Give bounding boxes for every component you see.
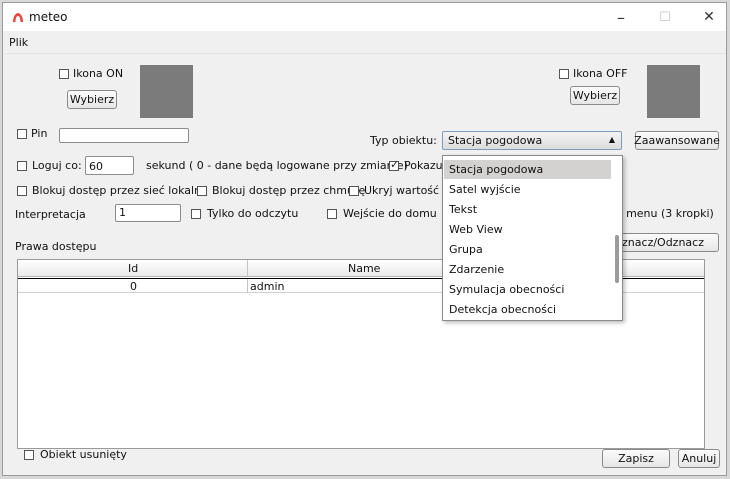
icon-on-checkbox[interactable] [59,69,69,79]
block-local-checkbox[interactable] [17,186,27,196]
icon-on-choose-button[interactable]: Wybierz [67,90,117,109]
dropdown-option[interactable]: Satel wyjście [444,180,611,199]
icon-on-preview[interactable] [140,65,193,118]
block-cloud-label: Blokuj dostęp przez chmurę [212,184,366,197]
show-checkbox[interactable] [389,158,399,171]
pin-input[interactable] [59,128,189,143]
dropdown-option[interactable]: Stacja pogodowa [444,160,611,179]
menu-bar: Plik [3,32,726,52]
advanced-button[interactable]: Zaawansowane [634,131,720,150]
app-window: meteo – ☐ ✕ Plik Ikona ON Wybierz Ikona … [2,2,727,476]
save-button[interactable]: Zapisz [602,449,670,468]
column-divider[interactable] [247,260,248,277]
log-checkbox[interactable] [17,161,27,171]
close-button[interactable]: ✕ [687,3,726,31]
dropdown-option[interactable]: Grupa [444,240,611,259]
log-interval-hint: sekund ( 0 - dane będą logowane przy zmi… [146,159,408,172]
pin-label: Pin [31,127,48,140]
object-type-dropdown[interactable]: Stacja pogodowa Satel wyjście Tekst Web … [442,155,623,321]
home-input-label: Wejście do domu [343,207,437,220]
object-type-select[interactable]: Stacja pogodowa ▲ [442,131,622,150]
app-logo-icon [12,12,24,23]
window-title: meteo [29,10,68,24]
deleted-checkbox[interactable] [24,450,34,460]
dropdown-scrollbar[interactable] [615,235,619,283]
icon-off-choose-button[interactable]: Wybierz [570,86,620,105]
show-label: Pokazuj [404,159,446,172]
pin-checkbox[interactable] [17,129,27,139]
dropdown-option[interactable]: Symulacja obecności [444,280,611,299]
block-local-label: Blokuj dostęp przez sieć lokalną [32,184,208,197]
triangle-up-icon: ▲ [608,135,615,144]
log-interval-input[interactable]: 60 [85,156,134,175]
minimize-button[interactable]: – [599,3,643,31]
select-deselect-button[interactable]: znacz/Odznacz [617,233,719,252]
column-header-id[interactable]: Id [128,262,138,275]
icon-on-label: Ikona ON [73,67,124,80]
interpretation-input[interactable]: 1 [115,204,181,222]
hide-menu-label: yj menu (3 kropki) [613,207,714,220]
log-label: Loguj co: [32,159,82,172]
cell-name: admin [250,280,285,293]
deleted-label: Obiekt usunięty [40,448,127,461]
dropdown-option[interactable]: Tekst [444,200,611,219]
dropdown-option[interactable]: Detekcja obecności [444,300,611,319]
dropdown-option[interactable]: Zdarzenie [444,260,611,279]
cell-id: 0 [130,280,137,293]
icon-off-preview[interactable] [647,65,700,118]
interpretation-label: Interpretacja [15,208,86,221]
cancel-button[interactable]: Anuluj [678,449,720,468]
object-type-label: Typ obiektu: [370,134,437,147]
hide-value-checkbox[interactable] [349,186,359,196]
maximize-button: ☐ [659,9,671,25]
title-bar[interactable]: meteo – ☐ ✕ [3,3,726,31]
menu-plik[interactable]: Plik [9,36,28,49]
object-editor-panel: Ikona ON Wybierz Ikona OFF Wybierz Pin T… [5,53,726,475]
read-only-label: Tylko do odczytu [207,207,299,220]
icon-off-checkbox[interactable] [559,69,569,79]
cell-divider [247,279,248,293]
read-only-checkbox[interactable] [191,209,201,219]
block-cloud-checkbox[interactable] [197,186,207,196]
home-input-checkbox[interactable] [327,209,337,219]
access-rights-label: Prawa dostępu [15,240,97,253]
column-header-name[interactable]: Name [348,262,380,275]
object-type-value: Stacja pogodowa [448,134,543,147]
dropdown-option[interactable]: Web View [444,220,611,239]
icon-off-label: Ikona OFF [573,67,628,80]
